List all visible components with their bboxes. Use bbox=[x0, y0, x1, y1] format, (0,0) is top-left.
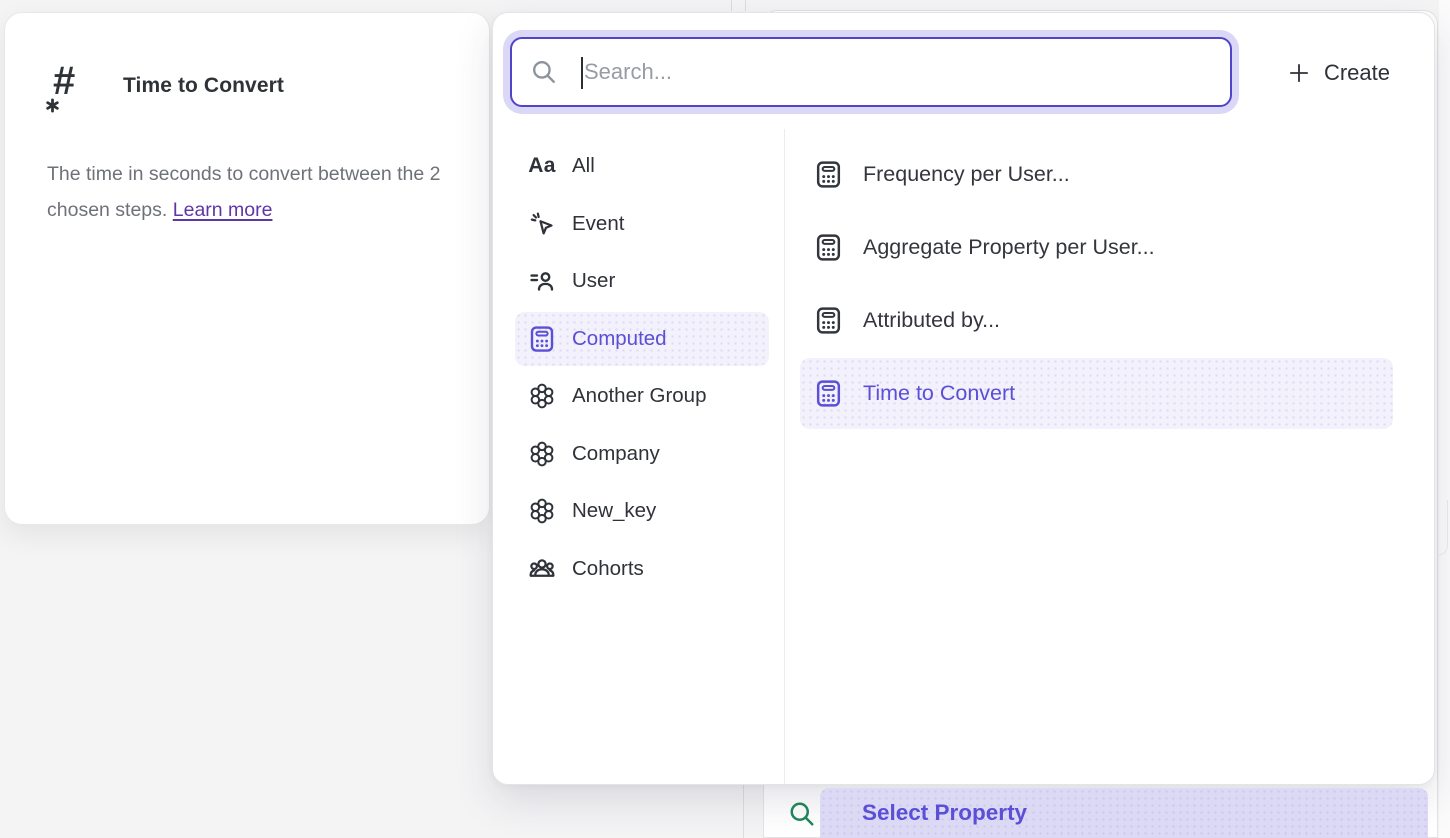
learn-more-link[interactable]: Learn more bbox=[173, 199, 273, 221]
search-icon bbox=[530, 58, 558, 86]
user-icon bbox=[527, 266, 557, 296]
calculator-icon bbox=[527, 324, 557, 354]
cursor-click-icon bbox=[527, 209, 557, 239]
result-list: Frequency per User... Aggregate Property… bbox=[800, 139, 1393, 431]
calculator-icon bbox=[813, 378, 844, 409]
background-card-corner bbox=[1437, 500, 1448, 556]
metric-picker-dropdown: Create Aa All Event bbox=[492, 12, 1435, 785]
category-cohorts[interactable]: Cohorts bbox=[515, 542, 769, 596]
background-divider-line bbox=[731, 0, 732, 11]
search-input[interactable] bbox=[572, 41, 1212, 103]
create-button[interactable]: Create bbox=[1286, 53, 1390, 93]
background-right-strip bbox=[1439, 0, 1450, 838]
group-cluster-icon bbox=[527, 381, 557, 411]
result-time-to-convert[interactable]: Time to Convert bbox=[800, 358, 1393, 429]
text-format-icon: Aa bbox=[527, 151, 557, 181]
tooltip-header: # Time to Convert bbox=[47, 61, 284, 111]
group-cluster-icon bbox=[527, 496, 557, 526]
computed-number-icon: # bbox=[47, 61, 91, 111]
column-divider bbox=[784, 129, 785, 784]
create-button-label: Create bbox=[1324, 60, 1390, 86]
calculator-icon bbox=[813, 305, 844, 336]
category-user[interactable]: User bbox=[515, 254, 769, 308]
category-another-group[interactable]: Another Group bbox=[515, 369, 769, 423]
category-all[interactable]: Aa All bbox=[515, 139, 769, 193]
category-company[interactable]: Company bbox=[515, 427, 769, 481]
screen: # Time to Convert The time in seconds to… bbox=[0, 0, 1450, 838]
calculator-icon bbox=[813, 159, 844, 190]
result-aggregate-property-per-user[interactable]: Aggregate Property per User... bbox=[800, 212, 1393, 283]
background-divider-line bbox=[743, 785, 744, 838]
category-computed[interactable]: Computed bbox=[515, 312, 769, 366]
search-box[interactable] bbox=[510, 37, 1232, 107]
select-property-label: Select Property bbox=[820, 800, 1027, 826]
people-icon bbox=[527, 554, 557, 584]
group-cluster-icon bbox=[527, 439, 557, 469]
property-tooltip-card: # Time to Convert The time in seconds to… bbox=[4, 12, 490, 525]
tooltip-description: The time in seconds to convert between t… bbox=[47, 156, 457, 228]
select-property-field[interactable]: Select Property bbox=[820, 788, 1428, 838]
category-list: Aa All Event bbox=[515, 139, 769, 599]
background-divider-line bbox=[745, 0, 746, 11]
plus-icon bbox=[1286, 60, 1312, 86]
result-attributed-by[interactable]: Attributed by... bbox=[800, 285, 1393, 356]
property-search-icon bbox=[787, 799, 817, 829]
category-new-key[interactable]: New_key bbox=[515, 484, 769, 538]
category-event[interactable]: Event bbox=[515, 197, 769, 251]
calculator-icon bbox=[813, 232, 844, 263]
tooltip-title: Time to Convert bbox=[123, 74, 284, 98]
result-frequency-per-user[interactable]: Frequency per User... bbox=[800, 139, 1393, 210]
